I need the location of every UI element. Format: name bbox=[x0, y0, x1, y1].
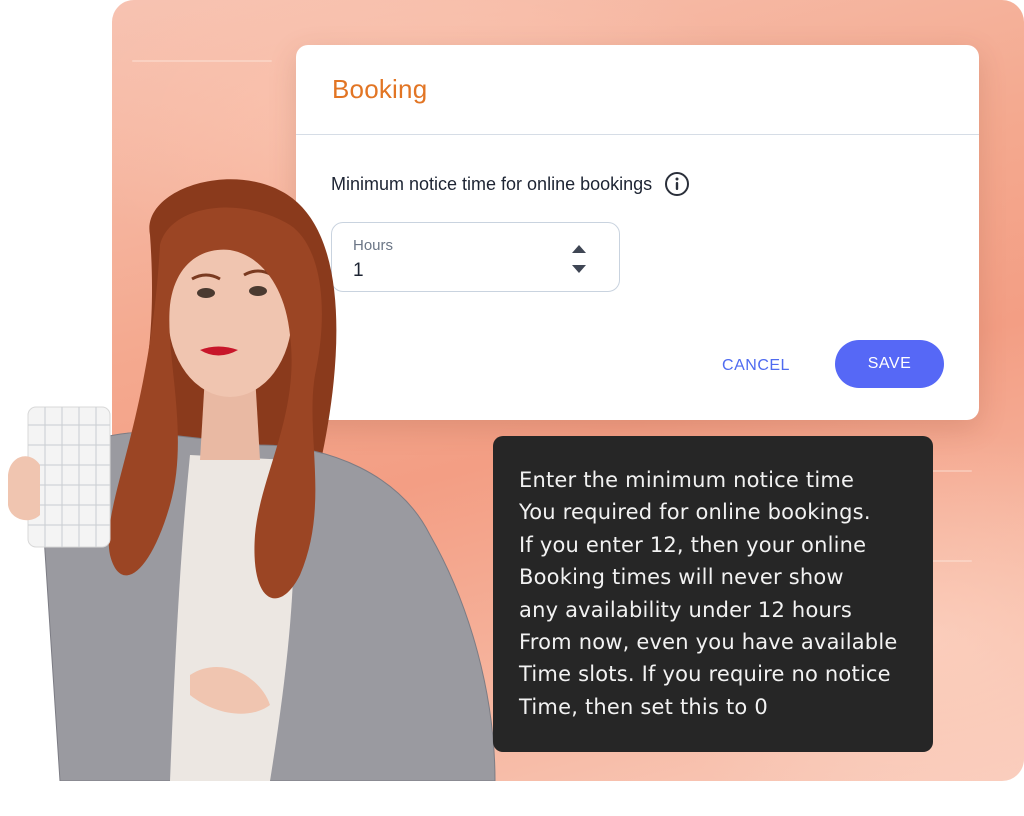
info-icon[interactable] bbox=[664, 171, 690, 197]
stepper-arrows bbox=[571, 245, 589, 275]
tooltip-line: If you enter 12, then your online bbox=[519, 532, 867, 557]
tooltip-line: Booking times will never show bbox=[519, 565, 844, 590]
person-photo bbox=[0, 175, 500, 782]
decrement-arrow-icon[interactable] bbox=[572, 265, 586, 273]
card-header: Booking bbox=[296, 45, 979, 135]
tooltip-line: Time slots. If you require no notice bbox=[519, 662, 891, 687]
save-button[interactable]: SAVE bbox=[835, 340, 944, 388]
tooltip-line: You required for online bookings. bbox=[519, 500, 871, 525]
tooltip-line: Enter the minimum notice time bbox=[519, 468, 855, 492]
increment-arrow-icon[interactable] bbox=[572, 245, 586, 253]
cancel-button[interactable]: CANCEL bbox=[706, 348, 806, 384]
page-title: Booking bbox=[332, 74, 428, 104]
tooltip-line: Time, then set this to 0 bbox=[519, 694, 768, 719]
info-tooltip: Enter the minimum notice time You requir… bbox=[493, 436, 933, 752]
tooltip-line: any availability under 12 hours bbox=[519, 597, 852, 622]
tooltip-line: From now, even you have available bbox=[519, 630, 898, 655]
